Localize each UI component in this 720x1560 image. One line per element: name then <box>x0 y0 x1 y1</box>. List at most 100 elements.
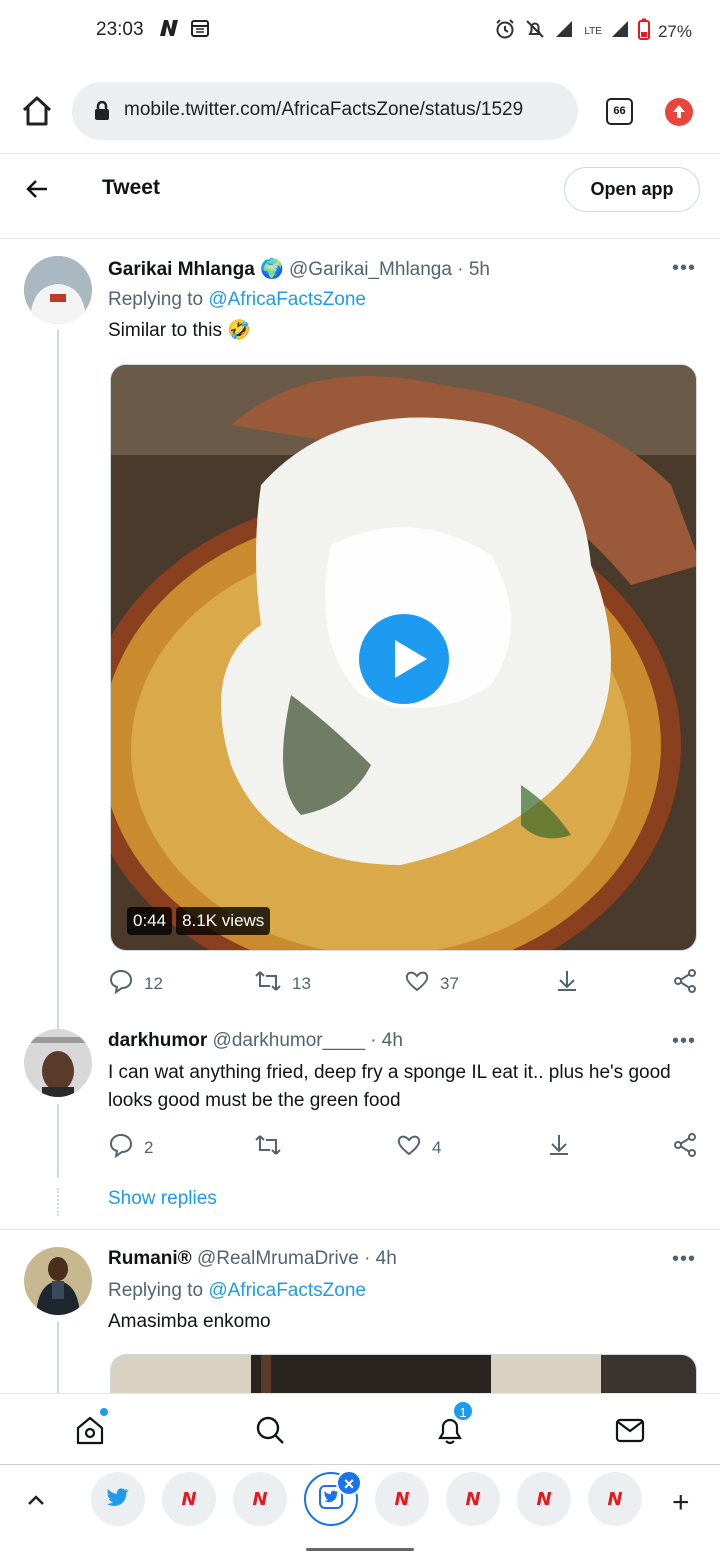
more-options-icon[interactable]: ••• <box>672 257 696 280</box>
more-options-icon[interactable]: ••• <box>672 1030 696 1053</box>
divider <box>0 238 720 239</box>
heart-icon <box>396 1132 422 1163</box>
twitter-bird-icon <box>106 1487 129 1511</box>
home-nav-icon[interactable] <box>74 1414 106 1451</box>
battery-low-icon <box>637 18 650 45</box>
avatar[interactable] <box>24 1029 92 1097</box>
browser-toolbar: mobile.twitter.com/AfricaFactsZone/statu… <box>0 82 720 142</box>
reply-count: 2 <box>144 1137 154 1157</box>
reply-button[interactable]: 2 <box>108 1132 153 1163</box>
author-handle[interactable]: @Garikai_Mhlanga <box>289 259 452 280</box>
retweet-count: 13 <box>292 973 311 993</box>
download-button[interactable] <box>546 1132 572 1163</box>
media-thumbnail[interactable] <box>110 1354 697 1393</box>
address-bar[interactable]: mobile.twitter.com/AfricaFactsZone/statu… <box>72 82 578 140</box>
bottom-navigation: 1 <box>0 1393 720 1465</box>
author-handle[interactable]: @RealMrumaDrive <box>197 1248 359 1269</box>
url-text: mobile.twitter.com/AfricaFactsZone/statu… <box>124 99 524 120</box>
thread-line <box>57 330 59 1030</box>
status-time: 23:03 <box>96 19 144 40</box>
page-title: Tweet <box>102 176 160 199</box>
author-name[interactable]: darkhumor <box>108 1030 207 1051</box>
like-button[interactable]: 37 <box>404 968 459 999</box>
search-icon[interactable] <box>254 1414 286 1451</box>
tweet-actions: 2 4 <box>108 1132 698 1162</box>
news-app-icon <box>158 18 180 43</box>
home-icon[interactable] <box>20 94 54 128</box>
reply-icon <box>108 1132 134 1163</box>
heart-icon <box>404 968 430 999</box>
tab-news[interactable]: N <box>588 1472 642 1526</box>
video-player[interactable]: 0:44 8.1K views <box>110 364 697 951</box>
chevron-up-icon[interactable] <box>26 1490 46 1515</box>
tweet-time: · 5h <box>457 259 490 280</box>
messages-icon[interactable] <box>614 1414 646 1451</box>
notification-count-badge: 1 <box>452 1400 474 1422</box>
avatar[interactable] <box>24 256 92 324</box>
news-logo-icon: N <box>252 1488 268 1510</box>
more-options-icon[interactable]: ••• <box>672 1248 696 1271</box>
new-tab-plus-icon[interactable]: + <box>672 1486 690 1520</box>
gesture-bar <box>306 1548 414 1551</box>
thread-line-dotted <box>57 1188 59 1216</box>
news-logo-icon: N <box>181 1488 197 1510</box>
network-type: LTE <box>584 26 602 37</box>
tweet-time: · 4h <box>370 1030 403 1051</box>
author-handle[interactable]: @darkhumor____ <box>213 1030 365 1051</box>
tab-news[interactable]: N <box>517 1472 571 1526</box>
tab-twitter[interactable] <box>91 1472 145 1526</box>
thread-line <box>57 1104 59 1178</box>
video-views: 8.1K views <box>176 907 271 935</box>
signal-icon <box>554 19 576 44</box>
replying-to-link[interactable]: @AfricaFactsZone <box>208 289 366 310</box>
open-app-button[interactable]: Open app <box>564 167 700 212</box>
tab-switcher-button[interactable]: 66 <box>606 98 633 125</box>
status-bar: 23:03 LTE 27% <box>0 0 720 60</box>
replying-to-link[interactable]: @AfricaFactsZone <box>208 1280 366 1301</box>
news-logo-icon: N <box>394 1488 410 1510</box>
browser-tab-strip: N N × N N N N + <box>0 1466 720 1560</box>
reply-icon <box>108 968 134 999</box>
back-arrow-icon[interactable] <box>24 176 50 207</box>
like-count: 4 <box>432 1137 442 1157</box>
like-count: 37 <box>440 973 459 993</box>
show-replies-link[interactable]: Show replies <box>108 1188 217 1210</box>
tweet-text: Amasimba enkomo <box>108 1311 271 1332</box>
share-icon <box>672 968 698 999</box>
signal-icon-2 <box>610 19 630 44</box>
retweet-button[interactable]: 13 <box>254 968 311 999</box>
retweet-button[interactable] <box>254 1132 292 1163</box>
author-name[interactable]: Rumani® <box>108 1248 192 1269</box>
close-tab-icon[interactable]: × <box>336 1470 362 1496</box>
avatar[interactable] <box>24 1247 92 1315</box>
author-name[interactable]: Garikai Mhlanga <box>108 259 255 280</box>
share-button[interactable] <box>672 968 698 999</box>
calendar-icon <box>190 18 210 43</box>
lock-icon <box>94 100 110 126</box>
tab-news[interactable]: N <box>162 1472 216 1526</box>
tweet-text: Similar to this 🤣 <box>108 320 251 341</box>
play-button[interactable] <box>355 610 453 708</box>
tab-news[interactable]: N <box>446 1472 500 1526</box>
news-logo-icon: N <box>465 1488 481 1510</box>
retweet-icon <box>254 1132 282 1163</box>
download-icon <box>546 1132 572 1163</box>
tweet-text: I can wat anything fried, deep fry a spo… <box>108 1062 671 1111</box>
tab-news[interactable]: N <box>233 1472 287 1526</box>
replying-prefix: Replying to <box>108 289 204 310</box>
share-button[interactable] <box>672 1132 698 1163</box>
download-button[interactable] <box>554 968 580 999</box>
thread-line <box>57 1322 59 1393</box>
divider <box>0 1229 720 1230</box>
like-button[interactable]: 4 <box>396 1132 441 1163</box>
update-icon[interactable] <box>665 98 693 126</box>
tab-news[interactable]: N <box>375 1472 429 1526</box>
download-icon <box>554 968 580 999</box>
reply-count: 12 <box>144 973 163 993</box>
share-icon <box>672 1132 698 1163</box>
globe-emoji: 🌍 <box>260 259 284 280</box>
news-logo-icon: N <box>607 1488 623 1510</box>
news-logo-icon: N <box>536 1488 552 1510</box>
reply-button[interactable]: 12 <box>108 968 163 999</box>
alarm-icon <box>494 18 516 45</box>
